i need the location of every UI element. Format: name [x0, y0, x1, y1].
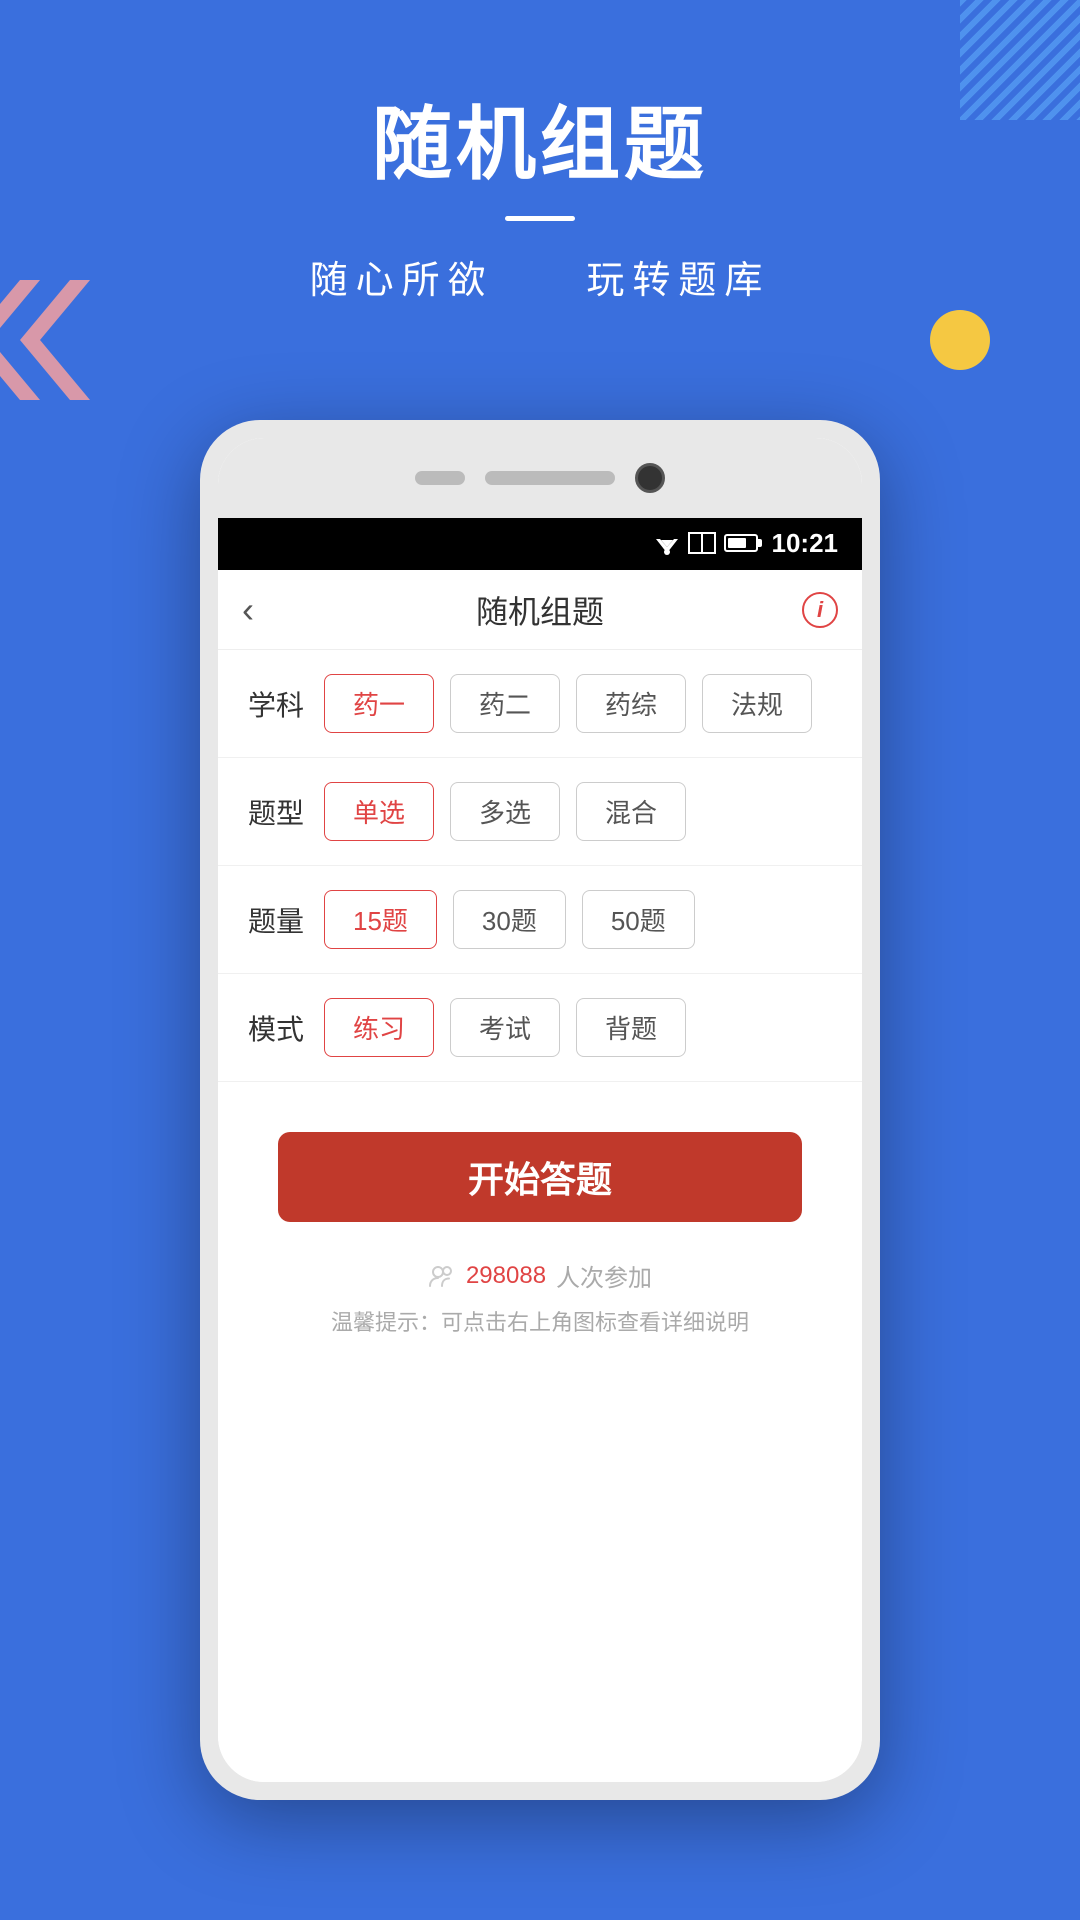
subtitle: 随心所欲 玩转题库: [0, 249, 1080, 304]
status-bar: 10:21: [218, 516, 862, 570]
main-title: 随机组题: [0, 80, 1080, 196]
hint-text: 温馨提示：可点击右上角图标查看详细说明: [218, 1301, 862, 1357]
tag-type-3[interactable]: 混合: [576, 782, 686, 841]
filter-label-mode: 模式: [248, 1008, 308, 1048]
filter-row-count: 题量 15题 30题 50题: [218, 866, 862, 974]
tag-count-30[interactable]: 30题: [453, 890, 566, 949]
title-divider: [505, 216, 575, 221]
tag-count-50[interactable]: 50题: [582, 890, 695, 949]
phone-inner: 10:21 ‹ 随机组题 i 学科 药一 药二 药综: [218, 438, 862, 1782]
participants-icon: [428, 1262, 456, 1290]
app-nav-bar: ‹ 随机组题 i: [218, 570, 862, 650]
tag-subject-4[interactable]: 法规: [702, 674, 812, 733]
filter-tags-count: 15题 30题 50题: [324, 890, 695, 949]
participants-count: 298088: [466, 1262, 546, 1290]
filter-row-type: 题型 单选 多选 混合: [218, 758, 862, 866]
tag-mode-memorize[interactable]: 背题: [576, 998, 686, 1057]
subtitle-part2: 玩转题库: [586, 260, 770, 302]
tag-mode-exam[interactable]: 考试: [450, 998, 560, 1057]
tag-mode-practice[interactable]: 练习: [324, 998, 434, 1057]
phone-mockup: 10:21 ‹ 随机组题 i 学科 药一 药二 药综: [200, 420, 880, 1800]
tag-subject-3[interactable]: 药综: [576, 674, 686, 733]
phone-speaker-main: [485, 471, 615, 485]
filter-tags-subject: 药一 药二 药综 法规: [324, 674, 812, 733]
filter-label-type: 题型: [248, 792, 308, 832]
wifi-icon: [652, 531, 682, 555]
tag-type-2[interactable]: 多选: [450, 782, 560, 841]
filter-tags-mode: 练习 考试 背题: [324, 998, 686, 1057]
filter-tags-type: 单选 多选 混合: [324, 782, 686, 841]
tag-subject-1[interactable]: 药一: [324, 674, 434, 733]
back-button[interactable]: ‹: [242, 589, 254, 631]
filter-section: 学科 药一 药二 药综 法规 题型 单选 多选 混合: [218, 650, 862, 1082]
tag-subject-2[interactable]: 药二: [450, 674, 560, 733]
subtitle-part1: 随心所欲: [310, 260, 494, 302]
filter-label-subject: 学科: [248, 684, 308, 724]
start-button-section: 开始答题: [218, 1082, 862, 1242]
signal-icon: [688, 532, 716, 554]
tag-count-15[interactable]: 15题: [324, 890, 437, 949]
battery-icon: [724, 534, 758, 552]
phone-speaker-small: [415, 471, 465, 485]
phone-camera: [635, 463, 665, 493]
filter-row-mode: 模式 练习 考试 背题: [218, 974, 862, 1082]
participants-row: 298088 人次参加: [218, 1242, 862, 1301]
filter-row-subject: 学科 药一 药二 药综 法规: [218, 650, 862, 758]
info-button[interactable]: i: [802, 592, 838, 628]
status-time: 10:21: [772, 528, 839, 559]
participants-suffix: 人次参加: [556, 1258, 652, 1293]
bg-circle-decoration: [930, 310, 990, 370]
phone-hardware-bar: [218, 438, 862, 518]
phone-screen: 10:21 ‹ 随机组题 i 学科 药一 药二 药综: [218, 516, 862, 1782]
nav-title: 随机组题: [476, 587, 604, 633]
header-section: 随机组题 随心所欲 玩转题库: [0, 80, 1080, 304]
status-icons: 10:21: [652, 528, 839, 559]
filter-label-count: 题量: [248, 900, 308, 940]
start-answer-button[interactable]: 开始答题: [278, 1132, 802, 1222]
tag-type-1[interactable]: 单选: [324, 782, 434, 841]
